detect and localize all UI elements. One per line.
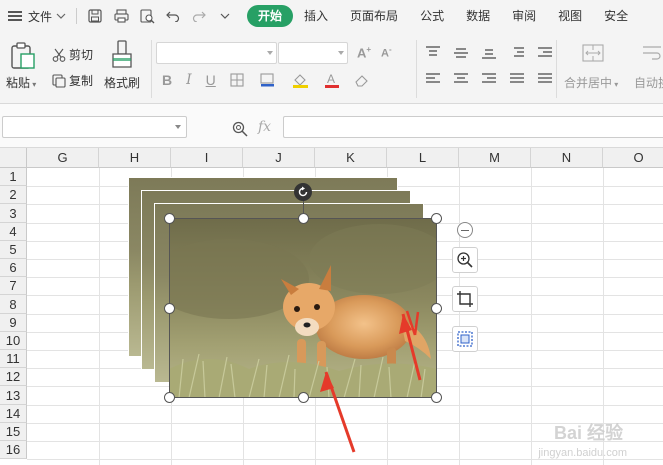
align-top-icon[interactable] [426, 46, 442, 60]
formula-input[interactable] [283, 116, 663, 138]
name-box[interactable] [2, 116, 187, 138]
divider [76, 8, 78, 24]
tab-page-layout[interactable]: 页面布局 [339, 5, 409, 27]
bold-icon[interactable]: B [162, 72, 172, 88]
tab-insert[interactable]: 插入 [293, 5, 339, 27]
redo-icon[interactable] [191, 8, 207, 24]
justify-icon[interactable] [510, 72, 526, 86]
zoom-in-button[interactable] [452, 247, 478, 273]
tab-security[interactable]: 安全 [593, 5, 639, 27]
cut-label: 剪切 [69, 48, 94, 62]
tab-review[interactable]: 审阅 [501, 5, 547, 27]
zoom-in-icon [457, 252, 473, 268]
tab-formulas[interactable]: 公式 [409, 5, 455, 27]
font-family-select[interactable] [156, 42, 277, 64]
merge-center-label[interactable]: 合并居中 ▾ [564, 74, 618, 91]
print-icon[interactable] [113, 8, 129, 24]
watermark-logo: Bai 经验 [553, 423, 623, 443]
annotation-arrows [320, 313, 422, 453]
copy-button[interactable]: 复制 [52, 72, 93, 89]
underline-icon[interactable]: U [206, 72, 216, 88]
paste-label[interactable]: 粘贴 ▾ [6, 74, 36, 91]
print-preview-icon[interactable] [139, 8, 155, 24]
scissors-icon [52, 48, 66, 62]
insert-function-icon[interactable]: fx [258, 119, 271, 135]
ribbon: 粘贴 ▾ 剪切 复制 格式刷 A+ A- B I U A 合并居中 ▾ 自动 [0, 32, 663, 104]
crop-button[interactable] [452, 286, 478, 312]
align-right-icon[interactable] [482, 72, 498, 86]
format-painter-label[interactable]: 格式刷 [104, 74, 140, 91]
font-color-icon[interactable]: A [324, 72, 340, 88]
merge-center-icon[interactable] [582, 44, 604, 65]
zoom-out-button[interactable] [457, 222, 473, 238]
wrap-text-label[interactable]: 自动换 [634, 74, 663, 91]
formula-bar: fx [0, 104, 663, 148]
zoom-search-icon[interactable] [232, 121, 248, 137]
tab-home[interactable]: 开始 [247, 5, 294, 27]
decrease-font-icon[interactable]: A- [381, 45, 392, 60]
save-icon[interactable] [87, 8, 103, 24]
format-painter-button[interactable] [104, 40, 140, 71]
image-select-button[interactable] [452, 326, 478, 352]
image-frame-icon [457, 331, 473, 347]
customize-dropdown-icon[interactable] [217, 8, 233, 24]
menu-bar: 文件 开始 插入 页面布局 公式 数据 审阅 视图 安全 [0, 0, 663, 32]
indent-decrease-icon[interactable] [510, 46, 526, 60]
indent-increase-icon[interactable] [538, 46, 554, 60]
chevron-down-icon[interactable] [56, 11, 66, 21]
eraser-icon[interactable] [354, 73, 370, 87]
menu-icon[interactable] [8, 11, 22, 21]
format-painter-icon [112, 40, 132, 68]
align-left-icon[interactable] [426, 72, 442, 86]
font-size-select[interactable] [278, 42, 348, 64]
watermark-url: jingyan.baidu.com [538, 447, 627, 459]
undo-icon[interactable] [165, 8, 181, 24]
align-center-icon[interactable] [454, 72, 470, 86]
cut-button[interactable]: 剪切 [52, 46, 93, 63]
wrap-text-icon[interactable] [642, 44, 662, 65]
distributed-icon[interactable] [538, 72, 554, 86]
paste-button[interactable] [6, 42, 40, 73]
copy-icon [52, 73, 66, 88]
align-bottom-icon[interactable] [482, 46, 498, 60]
align-middle-icon[interactable] [454, 46, 470, 60]
tab-data[interactable]: 数据 [455, 5, 501, 27]
fill-format-icon[interactable] [260, 73, 278, 87]
crop-icon [457, 291, 473, 307]
svg-text:A: A [327, 72, 335, 86]
copy-label: 复制 [69, 74, 94, 88]
divider [416, 40, 417, 98]
border-icon[interactable] [230, 73, 246, 87]
spreadsheet-grid[interactable]: G H I J K L M N O 1 2 3 4 5 6 7 8 9 10 1… [0, 148, 663, 465]
increase-font-icon[interactable]: A+ [357, 45, 371, 60]
tab-view[interactable]: 视图 [547, 5, 593, 27]
divider [556, 40, 557, 98]
fill-color-icon[interactable] [292, 72, 310, 88]
paste-icon [11, 42, 35, 69]
file-menu[interactable]: 文件 [28, 8, 52, 25]
italic-icon[interactable]: I [186, 72, 192, 88]
divider [151, 40, 152, 98]
